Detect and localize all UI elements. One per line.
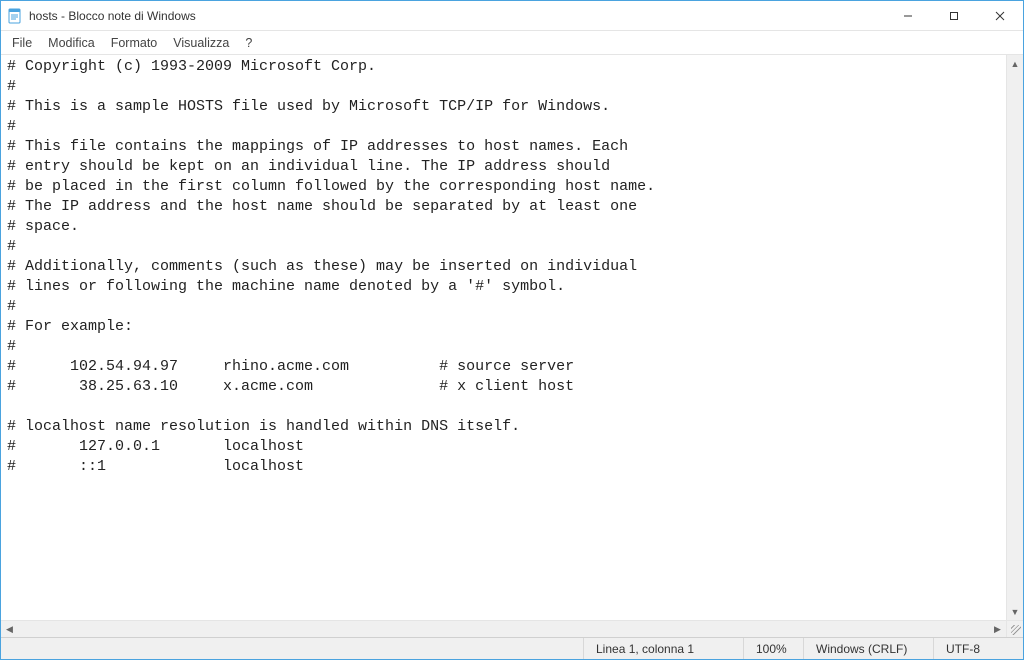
scroll-up-icon[interactable]: ▲ [1007,55,1023,72]
menu-edit[interactable]: Modifica [41,34,102,52]
scroll-left-icon[interactable]: ◀ [1,621,18,637]
horizontal-scrollbar[interactable]: ◀ ▶ [1,620,1023,637]
menu-file[interactable]: File [5,34,39,52]
menu-view[interactable]: Visualizza [166,34,236,52]
notepad-window: hosts - Blocco note di Windows File Modi… [0,0,1024,660]
menu-help[interactable]: ? [238,34,259,52]
app-icon [1,8,29,24]
titlebar[interactable]: hosts - Blocco note di Windows [1,1,1023,31]
window-controls [885,1,1023,30]
scroll-down-icon[interactable]: ▼ [1007,603,1023,620]
status-encoding: UTF-8 [933,638,1023,659]
close-button[interactable] [977,1,1023,30]
status-position: Linea 1, colonna 1 [583,638,743,659]
status-zoom: 100% [743,638,803,659]
menubar: File Modifica Formato Visualizza ? [1,31,1023,55]
maximize-button[interactable] [931,1,977,30]
status-eol: Windows (CRLF) [803,638,933,659]
menu-format[interactable]: Formato [104,34,165,52]
text-editor[interactable]: # Copyright (c) 1993-2009 Microsoft Corp… [1,55,1006,620]
editor-area: # Copyright (c) 1993-2009 Microsoft Corp… [1,55,1023,620]
vertical-scrollbar[interactable]: ▲ ▼ [1006,55,1023,620]
statusbar: Linea 1, colonna 1 100% Windows (CRLF) U… [1,637,1023,659]
resize-grip[interactable] [1006,621,1023,637]
scroll-right-icon[interactable]: ▶ [989,621,1006,637]
minimize-button[interactable] [885,1,931,30]
window-title: hosts - Blocco note di Windows [29,9,196,23]
